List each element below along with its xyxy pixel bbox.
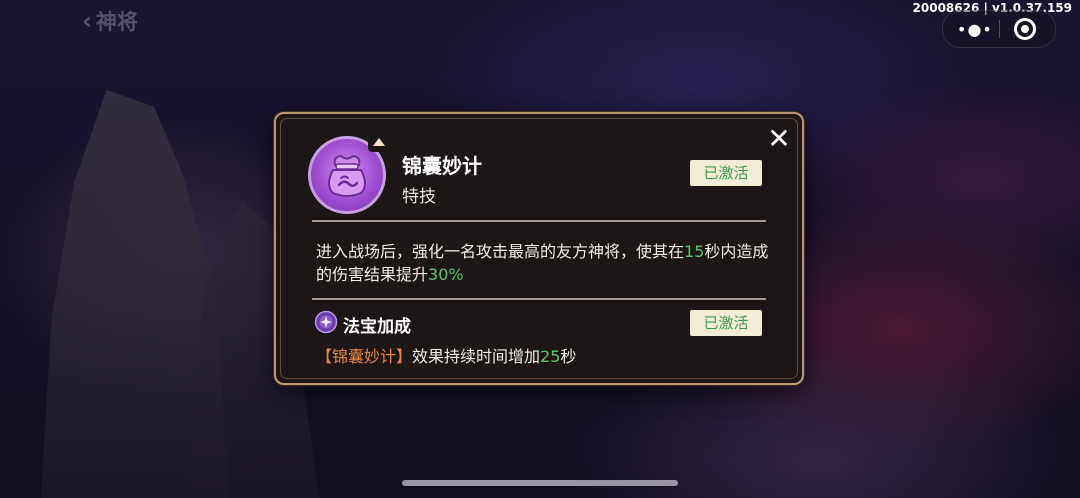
skill-status-badge: 已激活 bbox=[690, 160, 762, 186]
more-dots-icon[interactable]: •●• bbox=[957, 20, 993, 39]
game-scene: ‹ 神将 20008626 | v1.0.37.159 •●• ✕ 锦囊妙计 特… bbox=[0, 0, 1080, 498]
bonus-extra-value: 25 bbox=[540, 347, 561, 366]
skill-detail-dialog: ✕ 锦囊妙计 特技 已激活 进入战场后，强化一名攻击最高的友方神将，使其在15秒… bbox=[274, 112, 804, 385]
bonus-unit: 秒 bbox=[560, 347, 577, 366]
bonus-title: 法宝加成 bbox=[343, 317, 411, 337]
close-icon[interactable]: ✕ bbox=[764, 124, 794, 154]
home-indicator[interactable] bbox=[402, 480, 678, 486]
capsule-divider bbox=[999, 20, 1000, 38]
back-button[interactable]: ‹ 神将 bbox=[82, 6, 138, 36]
upgrade-arrow-icon bbox=[368, 134, 390, 152]
skill-type: 特技 bbox=[402, 187, 436, 207]
target-close-icon[interactable] bbox=[1014, 18, 1036, 40]
bonus-text: 效果持续时间增加 bbox=[412, 347, 541, 366]
skill-description: 进入战场后，强化一名攻击最高的友方神将，使其在15秒内造成的伤害结果提升30% bbox=[316, 240, 776, 286]
top-bar: ‹ 神将 20008626 | v1.0.37.159 •●• bbox=[0, 0, 1080, 48]
bonus-status-badge: 已激活 bbox=[690, 310, 762, 336]
divider bbox=[312, 298, 766, 300]
percent-value: 30% bbox=[428, 265, 464, 284]
duration-value: 15 bbox=[684, 242, 705, 261]
skill-name: 锦囊妙计 bbox=[402, 154, 482, 178]
skill-reference: 【锦囊妙计】 bbox=[316, 347, 413, 366]
chevron-left-icon: ‹ bbox=[82, 7, 92, 35]
page-title: 神将 bbox=[95, 10, 138, 34]
bonus-description: 【锦囊妙计】效果持续时间增加25秒 bbox=[316, 346, 576, 368]
divider bbox=[312, 220, 766, 222]
treasure-orb-icon bbox=[314, 310, 338, 334]
mini-program-capsule: •●• bbox=[942, 10, 1056, 48]
description-text: 进入战场后，强化一名攻击最高的友方神将，使其在 bbox=[316, 242, 685, 261]
